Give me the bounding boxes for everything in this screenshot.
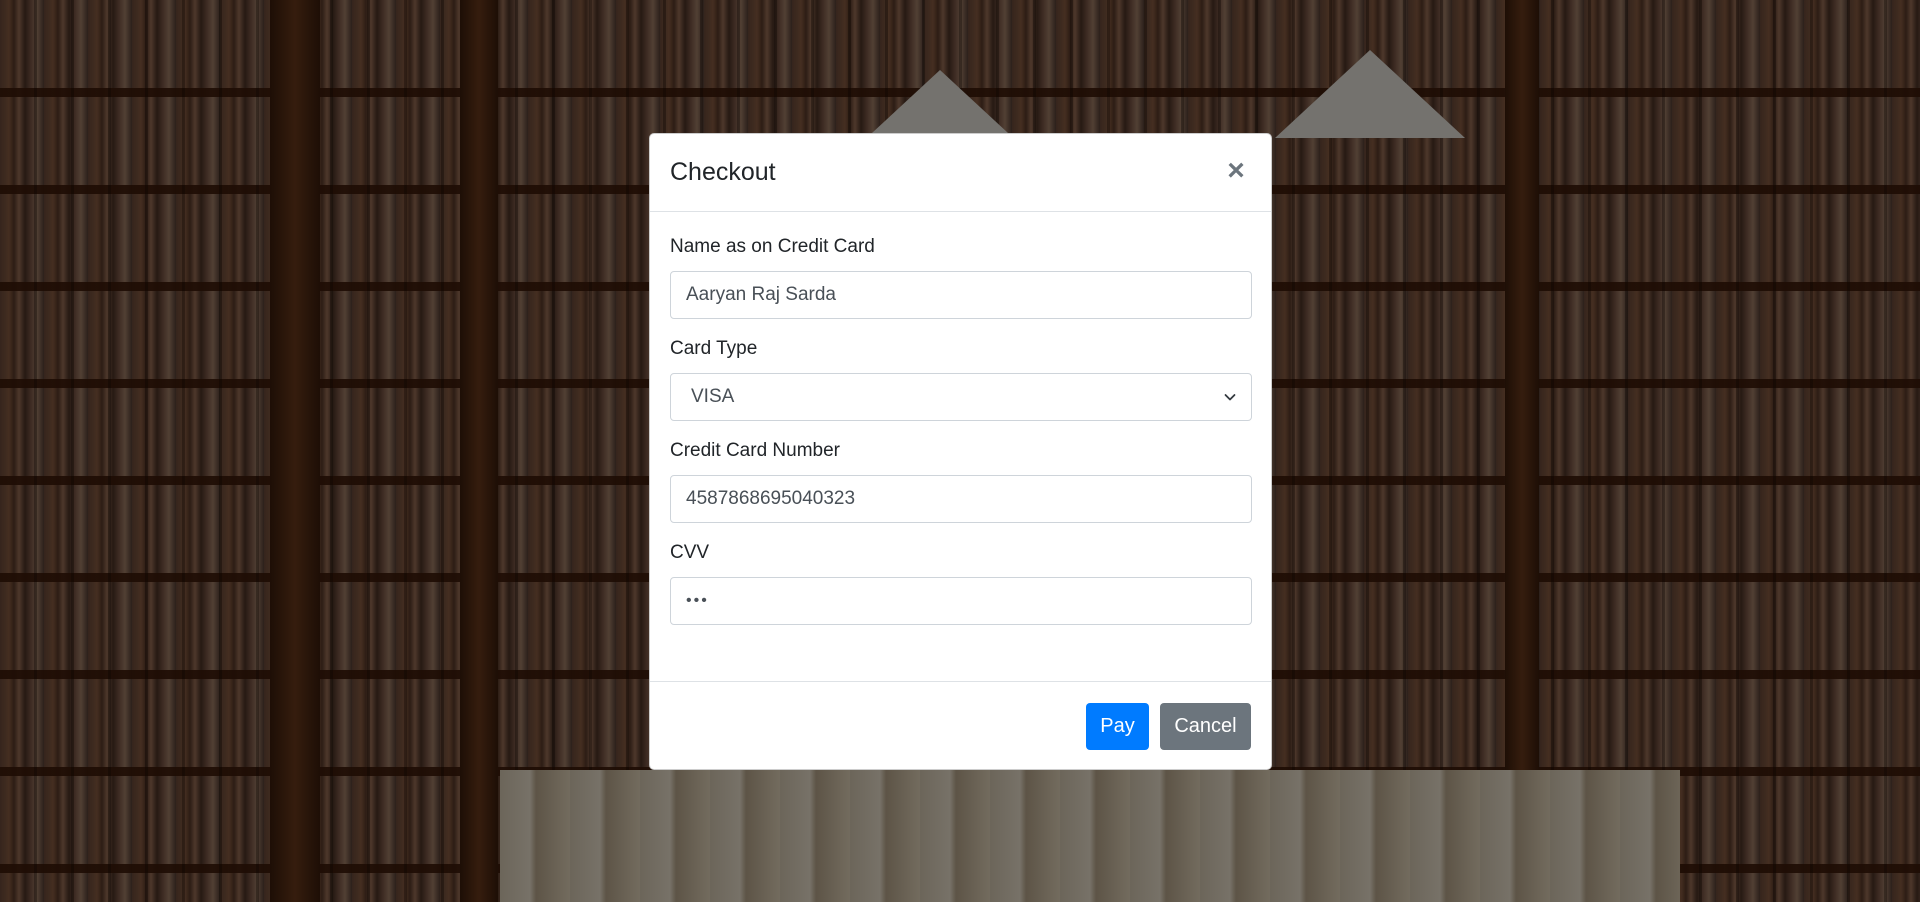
- card-number-value: 4587868695040323: [686, 488, 856, 509]
- name-label: Name as on Credit Card: [670, 236, 875, 257]
- cvv-field-group: CVV •••: [670, 542, 1252, 625]
- card-type-selected-value: VISA: [691, 386, 735, 407]
- cvv-masked-value: •••: [686, 592, 709, 609]
- modal-header: Checkout ×: [650, 134, 1271, 212]
- chevron-down-icon: [1224, 394, 1236, 401]
- pay-button[interactable]: Pay: [1086, 703, 1149, 750]
- modal-title: Checkout: [670, 158, 776, 186]
- card-number-input[interactable]: 4587868695040323: [670, 475, 1252, 523]
- name-input[interactable]: Aaryan Raj Sarda: [670, 271, 1252, 319]
- card-number-label: Credit Card Number: [670, 440, 840, 461]
- cvv-input[interactable]: •••: [670, 577, 1252, 625]
- checkout-modal: Checkout × Name as on Credit Card Aaryan…: [649, 133, 1272, 770]
- card-number-field-group: Credit Card Number 4587868695040323: [670, 440, 1252, 523]
- modal-footer: Pay Cancel: [650, 682, 1271, 750]
- name-input-value: Aaryan Raj Sarda: [686, 284, 836, 305]
- name-field-group: Name as on Credit Card Aaryan Raj Sarda: [670, 236, 1252, 319]
- modal-body: Name as on Credit Card Aaryan Raj Sarda …: [650, 212, 1271, 682]
- cancel-button[interactable]: Cancel: [1160, 703, 1251, 750]
- card-type-select[interactable]: VISA: [670, 373, 1252, 421]
- card-type-label: Card Type: [670, 338, 758, 359]
- cvv-label: CVV: [670, 542, 710, 563]
- card-type-field-group: Card Type VISA: [670, 338, 1252, 421]
- close-icon[interactable]: ×: [1221, 155, 1251, 186]
